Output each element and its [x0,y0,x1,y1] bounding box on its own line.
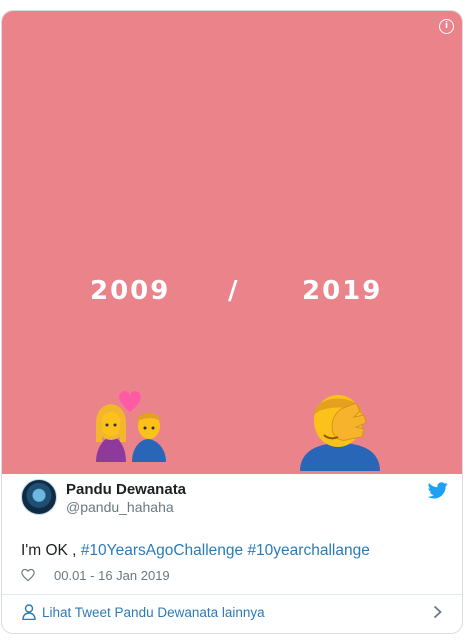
tweet-timestamp[interactable]: 00.01 - 16 Jan 2019 [54,568,170,583]
tweet-embed-card: i 2009 / 2019 Pandu Dewanata @pandu_haha… [1,10,463,634]
man-facepalming-emoji [294,381,386,473]
year-comparison-text: 2009 / 2019 [2,276,462,316]
hashtag-link[interactable]: #10YearsAgoChallenge [81,542,243,559]
avatar[interactable] [21,479,57,515]
year-right: 2019 [302,276,383,306]
more-tweets-label: Lihat Tweet Pandu Dewanata lainnya [42,605,265,620]
person-icon [22,604,36,620]
hashtag-link[interactable]: #10yearchallange [247,542,369,559]
author-name[interactable]: Pandu Dewanata [66,481,186,498]
more-tweets-link[interactable]: Lihat Tweet Pandu Dewanata lainnya [2,595,462,631]
tweet-text: I'm OK , #10YearsAgoChallenge #10yearcha… [21,542,451,560]
tweet-author[interactable]: Pandu Dewanata @pandu_hahaha [21,476,451,516]
year-separator: / [228,276,240,306]
chevron-right-icon [433,605,442,619]
heart-icon[interactable] [21,568,35,582]
tweet-text-plain: I'm OK , [21,542,81,559]
twitter-bird-icon[interactable] [428,482,448,499]
year-left: 2009 [90,276,171,306]
tweet-media-image[interactable]: i 2009 / 2019 [2,11,462,474]
info-icon[interactable]: i [439,19,454,34]
author-handle[interactable]: @pandu_hahaha [66,499,174,515]
couple-with-heart-emoji [90,384,170,464]
